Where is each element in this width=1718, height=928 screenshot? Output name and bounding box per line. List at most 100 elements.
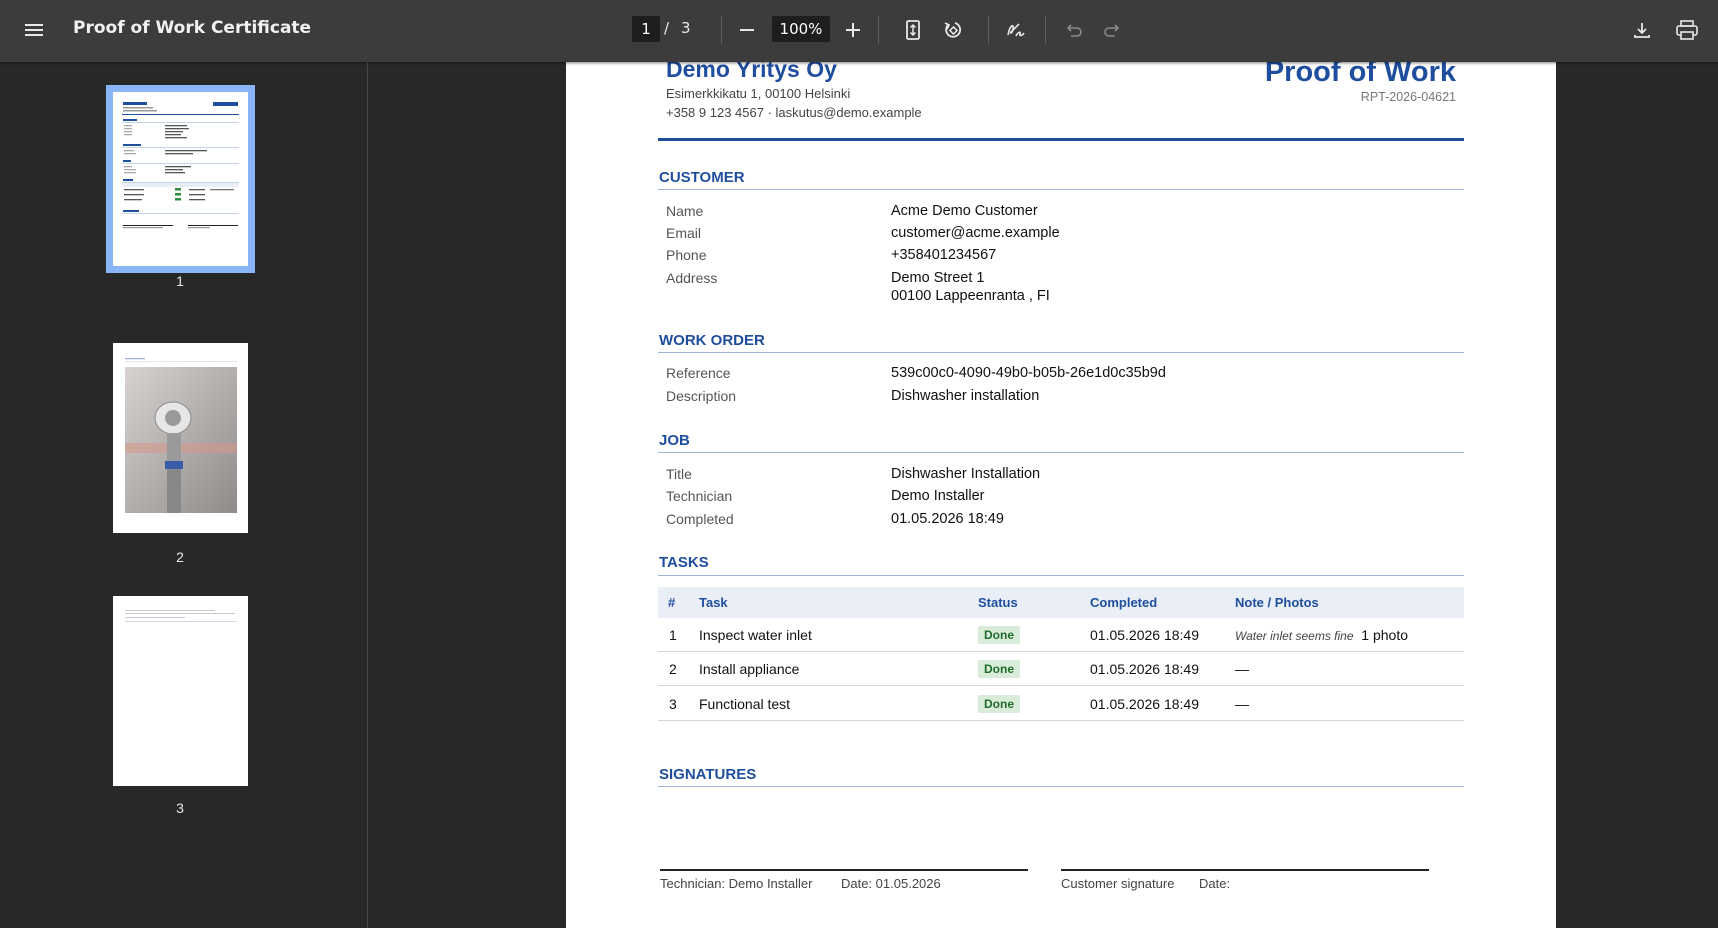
section-divider bbox=[658, 352, 1464, 353]
page-1-preview bbox=[122, 102, 239, 229]
section-divider bbox=[658, 452, 1464, 453]
task-note: — bbox=[1235, 696, 1249, 712]
section-title-job: JOB bbox=[659, 432, 690, 449]
task-number: 1 bbox=[669, 627, 677, 643]
customer-address-label: Address bbox=[666, 270, 718, 286]
zoom-out-button[interactable] bbox=[732, 15, 762, 45]
customer-signature-line bbox=[1061, 869, 1429, 871]
plus-icon bbox=[846, 23, 860, 37]
page-thumbnail-2[interactable] bbox=[113, 343, 248, 533]
customer-signature-label: Customer signature bbox=[1061, 876, 1175, 891]
task-note-text: Water inlet seems fine bbox=[1235, 629, 1354, 643]
job-completed: 01.05.2026 18:49 bbox=[891, 511, 1004, 527]
header-divider bbox=[658, 138, 1464, 141]
task-number: 2 bbox=[669, 661, 677, 677]
table-row: 3 Functional test Done 01.05.2026 18:49 … bbox=[658, 687, 1464, 721]
thumbnail-label-1: 1 bbox=[176, 273, 184, 289]
printer-icon bbox=[1676, 20, 1698, 40]
work-order-reference: 539c00c0-4090-49b0-b05b-26e1d0c35b9d bbox=[891, 365, 1166, 381]
document-page: Demo Yritys Oy Esimerkkikatu 1, 00100 He… bbox=[566, 62, 1556, 928]
rotate-icon bbox=[944, 22, 962, 38]
job-title-label: Title bbox=[666, 466, 692, 482]
document-heading: Proof of Work bbox=[1264, 62, 1456, 88]
task-name: Inspect water inlet bbox=[699, 627, 812, 643]
menu-icon[interactable] bbox=[22, 18, 46, 42]
customer-email: customer@acme.example bbox=[891, 225, 1060, 241]
column-header-task: Task bbox=[699, 595, 728, 610]
section-divider bbox=[658, 189, 1464, 190]
fit-page-icon bbox=[906, 20, 920, 40]
customer-signature-date: Date: bbox=[1199, 876, 1231, 891]
section-divider bbox=[658, 786, 1464, 787]
page-3-preview bbox=[125, 610, 237, 622]
document-title: Proof of Work Certificate bbox=[73, 18, 312, 38]
fit-page-button[interactable] bbox=[898, 15, 928, 45]
undo-button[interactable] bbox=[1058, 15, 1088, 45]
technician-signature-line bbox=[660, 869, 1028, 871]
rotate-button[interactable] bbox=[938, 15, 968, 45]
thumbnail-sidebar: 1 2 3 bbox=[0, 62, 368, 928]
section-title-customer: CUSTOMER bbox=[659, 169, 745, 186]
draw-button[interactable] bbox=[1001, 15, 1031, 45]
section-divider bbox=[658, 575, 1464, 576]
download-icon bbox=[1634, 23, 1650, 38]
page-number-input[interactable]: 1 bbox=[632, 16, 660, 42]
print-button[interactable] bbox=[1672, 15, 1702, 45]
thumbnail-label-2: 2 bbox=[176, 549, 184, 565]
page-separator: / bbox=[664, 19, 670, 37]
job-technician: Demo Installer bbox=[891, 488, 985, 504]
job-technician-label: Technician bbox=[666, 488, 733, 504]
customer-email-label: Email bbox=[666, 225, 702, 241]
redo-button[interactable] bbox=[1098, 15, 1128, 45]
tasks-table-header: # Task Status Completed Note / Photos bbox=[658, 587, 1464, 618]
page-2-preview bbox=[125, 358, 237, 513]
section-title-signatures: SIGNATURES bbox=[659, 766, 757, 783]
toolbar-divider bbox=[878, 16, 879, 44]
zoom-level-input[interactable]: 100% bbox=[772, 16, 830, 42]
task-completed: 01.05.2026 18:49 bbox=[1090, 661, 1199, 677]
toolbar-divider bbox=[1045, 16, 1046, 44]
work-order-reference-label: Reference bbox=[666, 365, 731, 381]
report-reference: RPT-2026-04621 bbox=[1360, 90, 1456, 104]
zoom-in-button[interactable] bbox=[838, 15, 868, 45]
company-name: Demo Yritys Oy bbox=[666, 62, 837, 82]
column-header-number: # bbox=[668, 595, 676, 610]
customer-address-line2: 00100 Lappeenranta , FI bbox=[891, 288, 1050, 304]
status-badge: Done bbox=[978, 695, 1020, 713]
toolbar-divider bbox=[721, 16, 722, 44]
customer-phone: +358401234567 bbox=[891, 247, 997, 263]
task-photo-count: 1 photo bbox=[1361, 627, 1408, 643]
column-header-note: Note / Photos bbox=[1235, 595, 1319, 610]
work-order-description-label: Description bbox=[666, 388, 737, 404]
table-row: 2 Install appliance Done 01.05.2026 18:4… bbox=[658, 652, 1464, 686]
minus-icon bbox=[740, 29, 754, 31]
page-total: 3 bbox=[681, 19, 691, 37]
company-contact: +358 9 123 4567 · laskutus@demo.example bbox=[666, 105, 922, 120]
column-header-completed: Completed bbox=[1090, 595, 1158, 610]
page-thumbnail-1[interactable] bbox=[106, 85, 255, 273]
status-badge: Done bbox=[978, 626, 1020, 644]
task-name: Install appliance bbox=[699, 661, 800, 677]
company-address: Esimerkkikatu 1, 00100 Helsinki bbox=[666, 86, 851, 101]
draw-icon bbox=[1007, 23, 1025, 37]
task-note: — bbox=[1235, 661, 1249, 677]
job-title: Dishwasher Installation bbox=[891, 466, 1041, 482]
section-title-tasks: TASKS bbox=[659, 554, 709, 571]
redo-icon bbox=[1104, 24, 1120, 37]
pdf-toolbar: Proof of Work Certificate 1 / 3 100% bbox=[0, 0, 1718, 62]
technician-signature-date: Date: 01.05.2026 bbox=[841, 876, 941, 891]
download-button[interactable] bbox=[1627, 15, 1657, 45]
task-note: Water inlet seems fine 1 photo bbox=[1235, 627, 1408, 643]
technician-signature-label: Technician: Demo Installer bbox=[660, 876, 813, 891]
work-order-description: Dishwasher installation bbox=[891, 388, 1040, 404]
customer-phone-label: Phone bbox=[666, 247, 707, 263]
customer-address-line1: Demo Street 1 bbox=[891, 270, 985, 286]
undo-icon bbox=[1066, 24, 1082, 37]
customer-name: Acme Demo Customer bbox=[891, 203, 1038, 219]
toolbar-divider bbox=[988, 16, 989, 44]
task-completed: 01.05.2026 18:49 bbox=[1090, 627, 1199, 643]
task-name: Functional test bbox=[699, 696, 791, 712]
status-badge: Done bbox=[978, 660, 1020, 678]
customer-name-label: Name bbox=[666, 203, 704, 219]
page-thumbnail-3[interactable] bbox=[113, 596, 248, 786]
